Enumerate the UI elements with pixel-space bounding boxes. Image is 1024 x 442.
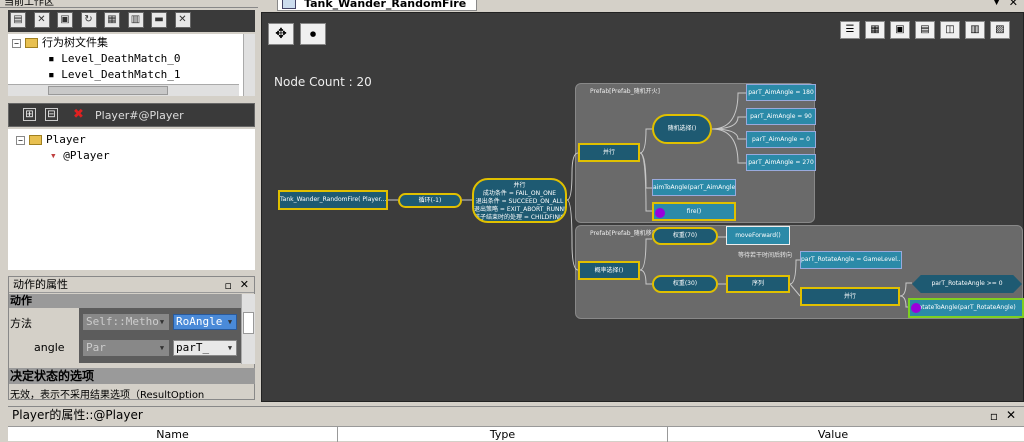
node-aim-180[interactable]: parT_AimAngle = 180 <box>746 84 816 101</box>
vertical-scrollbar[interactable] <box>243 34 255 96</box>
node-aim-270[interactable]: parT_AimAngle = 270 <box>746 154 816 171</box>
method-owner-select[interactable]: Self::Metho ▼ <box>83 314 169 330</box>
node-parallel-main[interactable]: 并行 成功条件 = FAIL_ON_ONE 退出条件 = SUCCEED_ON_… <box>472 178 567 223</box>
workspace-toolbar: ▤ ✕ ▣ ↻ ▦ ▥ ▬ ✕ <box>8 10 255 32</box>
node-aim-to-angle[interactable]: aimToAngle(parT_AimAngle) <box>652 179 736 196</box>
breakpoint-icon <box>655 208 665 218</box>
node-fire[interactable]: fire() <box>652 202 736 221</box>
player-header-label: Player#@Player <box>95 109 184 122</box>
angle-source-select[interactable]: Par ▼ <box>83 340 169 356</box>
player-header-bar: ⊞ ⊟ ✖ Player#@Player <box>8 103 255 127</box>
tree-icon <box>282 0 296 9</box>
editor-canvas[interactable]: ✥ ⏺ ☰ ▦ ▣ ▤ ◫ ▥ ▨ Node Count : 20 Prefab… <box>261 12 1024 402</box>
method-name-select[interactable]: RoAngle ▼ <box>173 314 237 330</box>
node-weight-30[interactable]: 权重(30) <box>652 275 718 293</box>
expand-all-icon[interactable]: ⊞ <box>23 108 36 121</box>
workspace-title: 当前工作区 <box>0 0 258 8</box>
save-icon[interactable]: ▣ <box>57 12 73 28</box>
folder-icon <box>25 38 38 48</box>
node-sequence[interactable]: 序列 <box>726 275 790 293</box>
node-parallel-b[interactable]: 并行 <box>800 287 900 306</box>
tree-root[interactable]: − 行为树文件集 <box>12 35 251 51</box>
close-tab-icon[interactable]: ✕ <box>1009 0 1018 9</box>
node-root[interactable]: Tank_Wander_RandomFire( Player... <box>278 190 388 210</box>
tab-list-icon[interactable]: ▼ <box>993 0 1000 7</box>
node-aim-90[interactable]: parT_AimAngle = 90 <box>746 108 816 125</box>
node-parallel-a[interactable]: 并行 <box>578 143 640 162</box>
remove-icon[interactable]: ✖ <box>73 107 84 122</box>
props-scrollbar[interactable] <box>241 294 255 364</box>
node-loop[interactable]: 循环(-1) <box>398 193 462 208</box>
refresh-icon[interactable]: ↻ <box>80 12 97 28</box>
agent-icon: ▾ <box>50 149 57 162</box>
node-rotate-assign[interactable]: parT_RotateAngle = GameLevel... <box>800 251 902 269</box>
chevron-down-icon: ▼ <box>159 318 165 326</box>
label-angle: angle <box>34 341 65 354</box>
new-folder-icon[interactable]: ▥ <box>127 12 144 28</box>
node-aim-0[interactable]: parT_AimAngle = 0 <box>746 131 816 148</box>
action-props-title: 动作的属性 <box>13 278 68 291</box>
pin-icon[interactable]: ▫ <box>990 408 998 425</box>
close-icon[interactable]: ✕ <box>240 277 249 293</box>
chevron-down-icon: ▼ <box>227 318 233 326</box>
breakpoint-icon <box>911 303 921 313</box>
player-tree-root[interactable]: − Player <box>16 132 247 148</box>
close-icon[interactable]: ✕ <box>1006 407 1016 424</box>
node-random-select[interactable]: 随机选择() <box>652 114 712 144</box>
player-tree: − Player ▾ @Player <box>8 129 255 270</box>
close-icon[interactable]: ✕ <box>174 12 191 28</box>
horizontal-scrollbar[interactable] <box>8 84 239 96</box>
export-icon[interactable]: ▦ <box>104 12 120 28</box>
node-note: 等待若干时间后转向 <box>738 252 793 259</box>
collapse-all-icon[interactable]: ⊟ <box>45 108 58 121</box>
action-props-panel: 动作的属性 ▫ ✕ 动作 方法 Self::Metho ▼ RoAngle ▼ an… <box>8 276 255 401</box>
workspace-panel: 当前工作区 ▤ ✕ ▣ ↻ ▦ ▥ ▬ ✕ − 行为树文件集 ▪ Level_De… <box>0 0 258 100</box>
tree-file[interactable]: ▪ Level_DeathMatch_0 <box>12 51 251 67</box>
node-condition[interactable]: parT_RotateAngle >= 0 <box>912 275 1022 293</box>
pin-icon[interactable]: ▫ <box>225 278 232 294</box>
tree-file[interactable]: ▪ Level_DeathMatch_1 <box>12 67 251 83</box>
node-random-select-2[interactable]: 概率选择() <box>578 261 640 280</box>
workspace-tree: − 行为树文件集 ▪ Level_DeathMatch_0 ▪ Level_Dea… <box>8 34 255 96</box>
chevron-down-icon: ▼ <box>227 344 233 352</box>
folder-icon[interactable]: ▬ <box>151 12 167 28</box>
result-description: 无效，表示不采用结果选项（ResultOption <box>10 390 205 401</box>
angle-param-select[interactable]: parT_ ▼ <box>173 340 237 356</box>
node-weight-70[interactable]: 权重(70) <box>652 227 718 245</box>
delete-file-icon[interactable]: ✕ <box>33 12 50 28</box>
new-file-icon[interactable]: ▤ <box>10 12 26 28</box>
label-method: 方法 <box>10 317 32 330</box>
bottom-panel-title: Player的属性::@Player <box>12 408 143 422</box>
folder-icon <box>29 135 42 145</box>
node-rotate-to-angle[interactable]: rotateToAngle(parT_RotateAngle) <box>908 298 1024 318</box>
player-tree-child[interactable]: ▾ @Player <box>16 148 247 164</box>
bottom-panel: Player的属性::@Player ▫ ✕ Name Type Value <box>8 406 1024 442</box>
tab-editor[interactable]: Tank_Wander_RandomFire <box>277 0 477 11</box>
node-move-forward[interactable]: moveForward() <box>726 226 790 245</box>
section-result: 决定状态的选项 <box>9 368 255 384</box>
props-table-header: Name Type Value <box>8 426 1024 442</box>
chevron-down-icon: ▼ <box>159 344 165 352</box>
editor-tabbar: Tank_Wander_RandomFire ▼ ✕ <box>259 0 1024 11</box>
section-action: 动作 <box>9 294 241 308</box>
